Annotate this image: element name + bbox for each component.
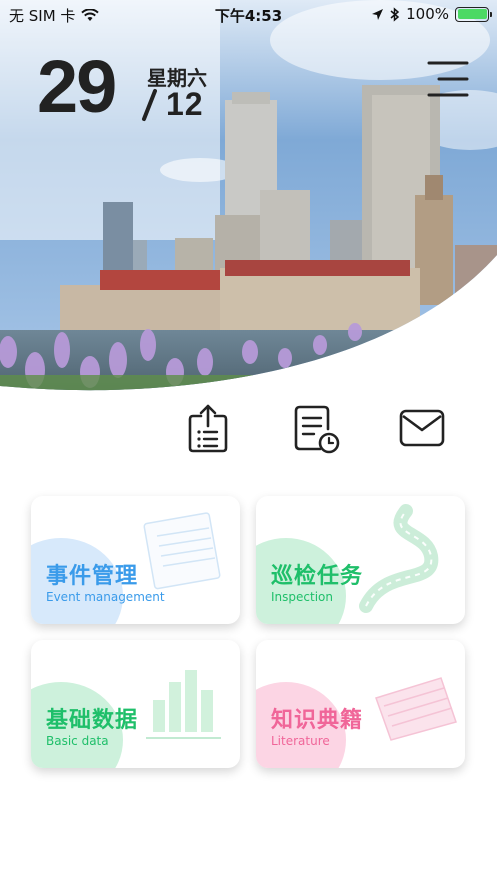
- card-title: 基础数据: [46, 708, 139, 733]
- card-subtitle: Literature: [271, 734, 330, 748]
- battery-icon: [455, 6, 492, 22]
- event-management-card[interactable]: 事件管理 Event management: [31, 496, 240, 624]
- date-slash: [142, 89, 157, 121]
- inspection-card[interactable]: 巡检任务 Inspection: [256, 496, 465, 624]
- basic-data-card[interactable]: 基础数据 Basic data: [31, 640, 240, 768]
- card-subtitle: Inspection: [271, 590, 333, 604]
- card-subtitle: Event management: [46, 590, 165, 604]
- literature-card[interactable]: 知识典籍 Literature: [256, 640, 465, 768]
- messages-button[interactable]: [396, 400, 448, 456]
- status-bar: 无 SIM 卡 下午4:53 100%: [0, 0, 497, 28]
- records-button[interactable]: [290, 400, 342, 456]
- menu-button[interactable]: [425, 58, 471, 100]
- upload-button[interactable]: [182, 400, 234, 456]
- battery-percent: 100%: [406, 5, 449, 23]
- date-month: 12: [166, 86, 204, 122]
- location-arrow-icon: [372, 8, 384, 20]
- bluetooth-icon: [390, 6, 400, 22]
- date-day: 29: [37, 45, 117, 128]
- mail-icon: [399, 409, 445, 447]
- document-clock-icon: [294, 405, 340, 454]
- card-title: 事件管理: [46, 564, 139, 589]
- hamburger-menu-icon: [427, 61, 469, 97]
- card-title: 巡检任务: [271, 564, 364, 589]
- upload-icon: [188, 404, 228, 453]
- card-subtitle: Basic data: [46, 734, 109, 748]
- card-title: 知识典籍: [271, 708, 364, 733]
